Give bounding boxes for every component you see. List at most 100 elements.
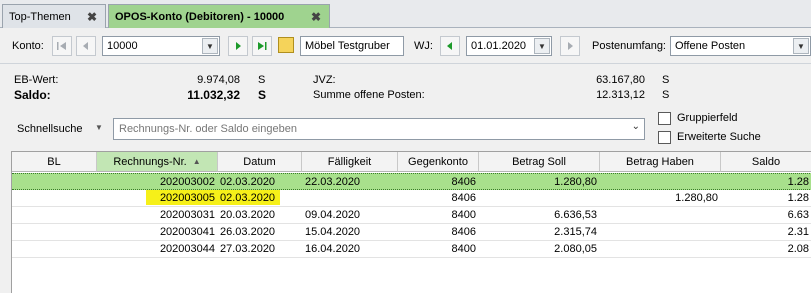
cell-betrag-soll: 2.080,05 xyxy=(554,243,597,255)
cell-datum: 02.03.2020 xyxy=(220,192,276,204)
column-header-betrag-haben[interactable]: Betrag Haben xyxy=(600,152,721,172)
cell-betrag-soll: 1.280,80 xyxy=(554,176,597,188)
column-header-gegenkonto[interactable]: Gegenkonto xyxy=(398,152,479,172)
note-icon[interactable] xyxy=(278,37,294,53)
cell-saldo: 2.08 xyxy=(787,243,809,255)
sort-ascending-icon: ▲ xyxy=(192,157,201,166)
cell-datum: 27.03.2020 xyxy=(220,243,276,255)
cell-betrag-soll: 2.315,74 xyxy=(554,226,597,238)
cell-gegenkonto: 8406 xyxy=(451,226,476,238)
tab-top-themen[interactable]: Top-Themen ✖ xyxy=(2,4,106,28)
table-row[interactable]: 202003041 26.03.2020 15.04.2020 8406 2.315,7… xyxy=(12,224,811,241)
cell-datum: 02.03.2020 xyxy=(220,176,276,188)
cell-betrag-haben xyxy=(600,241,721,257)
column-header-bl[interactable]: BL xyxy=(12,152,97,172)
cell-gegenkonto: 8406 xyxy=(451,176,476,188)
cell-bl xyxy=(12,174,97,190)
jvz-label: JVZ: xyxy=(313,74,336,86)
cell-datum: 26.03.2020 xyxy=(220,226,276,238)
cell-gegenkonto: 8406 xyxy=(451,192,476,204)
cell-bl xyxy=(12,224,97,240)
cell-gegenkonto: 8400 xyxy=(451,243,476,255)
cell-rechnungs-nr: 202003031 xyxy=(159,209,215,221)
sop-value: 12.313,12 xyxy=(596,89,645,101)
postenumfang-value: Offene Posten xyxy=(675,40,746,52)
eb-label: EB-Wert: xyxy=(14,74,59,86)
cell-bl xyxy=(12,241,97,257)
wj-value: 01.01.2020 xyxy=(471,40,527,52)
cell-rechnungs-nr: 202003044 xyxy=(159,243,215,255)
sop-label: Summe offene Posten: xyxy=(313,89,425,101)
close-icon[interactable]: ✖ xyxy=(85,10,99,24)
dropdown-icon[interactable]: ▼ xyxy=(202,38,218,54)
cell-bl xyxy=(12,207,97,223)
cell-betrag-haben xyxy=(600,174,721,190)
wj-combo[interactable]: 01.01.2020 ▼ xyxy=(466,36,552,56)
cell-bl xyxy=(12,190,97,206)
cell-rechnungs-nr: 202003041 xyxy=(159,226,215,238)
opos-table: BL Rechnungs-Nr. ▲ Datum Fälligkeit Gegen… xyxy=(11,151,811,293)
account-name-field[interactable]: Möbel Testgruber xyxy=(300,36,404,56)
cell-faelligkeit: 15.04.2020 xyxy=(305,226,361,238)
search-input[interactable]: Rechnungs-Nr. oder Saldo eingeben ⌄ xyxy=(113,118,645,140)
cell-faelligkeit: 22.03.2020 xyxy=(305,176,361,188)
cell-betrag-haben xyxy=(600,224,721,240)
konto-value: 10000 xyxy=(107,40,138,52)
column-header-betrag-soll[interactable]: Betrag Soll xyxy=(479,152,600,172)
table-row[interactable]: 202003002 02.03.2020 22.03.2020 8406 1.280,8… xyxy=(12,173,811,190)
previous-record-icon[interactable] xyxy=(76,36,96,56)
cell-saldo: 6.63 xyxy=(787,209,809,221)
konto-combo[interactable]: 10000 ▼ xyxy=(102,36,220,56)
sop-side: S xyxy=(662,89,670,101)
jvz-value: 63.167,80 xyxy=(596,74,645,86)
search-placeholder: Rechnungs-Nr. oder Saldo eingeben xyxy=(119,123,297,135)
column-header-faelligkeit[interactable]: Fälligkeit xyxy=(302,152,398,172)
erweiterte-suche-label: Erweiterte Suche xyxy=(677,131,761,143)
saldo-side: S xyxy=(258,88,267,102)
close-icon[interactable]: ✖ xyxy=(309,10,323,24)
column-header-saldo[interactable]: Saldo xyxy=(721,152,811,172)
erweiterte-suche-checkbox[interactable] xyxy=(658,131,671,144)
cell-saldo: 1.28 xyxy=(787,192,809,204)
gruppierfeld-label: Gruppierfeld xyxy=(677,112,738,124)
tab-strip: Top-Themen ✖ OPOS-Konto (Debitoren) - 10… xyxy=(0,0,811,28)
first-record-icon[interactable] xyxy=(52,36,72,56)
cell-faelligkeit: 16.04.2020 xyxy=(305,243,361,255)
dropdown-icon[interactable]: ▼ xyxy=(534,38,550,54)
cell-betrag-soll: 6.636,53 xyxy=(554,209,597,221)
cell-faelligkeit xyxy=(302,190,398,206)
wj-label: WJ: xyxy=(414,40,433,52)
konto-label: Konto: xyxy=(12,40,44,52)
tab-opos-konto[interactable]: OPOS-Konto (Debitoren) - 10000 ✖ xyxy=(108,4,330,28)
cell-datum: 20.03.2020 xyxy=(220,209,276,221)
saldo-label: Saldo: xyxy=(14,88,51,102)
dropdown-icon[interactable]: ⌄ xyxy=(632,121,640,132)
next-year-icon[interactable] xyxy=(560,36,580,56)
table-row[interactable]: 202003031 20.03.2020 09.04.2020 8400 6.636,5… xyxy=(12,207,811,224)
chevron-down-icon[interactable]: ▼ xyxy=(95,123,103,132)
table-row[interactable]: 202003044 27.03.2020 16.04.2020 8400 2.080,0… xyxy=(12,241,811,258)
cell-betrag-haben xyxy=(600,207,721,223)
eb-value: 9.974,08 xyxy=(197,74,240,86)
table-row[interactable]: 202003005 02.03.2020 8406 1.280,80 1.28 xyxy=(12,190,811,207)
jvz-side: S xyxy=(662,74,670,86)
dropdown-icon[interactable]: ▼ xyxy=(793,38,809,54)
column-header-rechnungs-nr[interactable]: Rechnungs-Nr. ▲ xyxy=(97,152,218,172)
last-record-icon[interactable] xyxy=(252,36,272,56)
postenumfang-combo[interactable]: Offene Posten ▼ xyxy=(670,36,811,56)
toolbar: Konto: 10000 ▼ Möbel Testgruber WJ: 01.0… xyxy=(0,28,811,64)
next-record-icon[interactable] xyxy=(228,36,248,56)
tab-label: OPOS-Konto (Debitoren) - 10000 xyxy=(115,10,285,23)
previous-year-icon[interactable] xyxy=(440,36,460,56)
saldo-value: 11.032,32 xyxy=(187,88,240,102)
gruppierfeld-checkbox[interactable] xyxy=(658,112,671,125)
search-row: Schnellsuche ▼ Rechnungs-Nr. oder Saldo … xyxy=(0,110,811,150)
cell-rechnungs-nr: 202003002 xyxy=(159,176,215,188)
column-header-datum[interactable]: Datum xyxy=(218,152,302,172)
cell-saldo: 1.28 xyxy=(787,176,809,188)
cell-betrag-soll xyxy=(479,190,600,206)
cell-gegenkonto: 8400 xyxy=(451,209,476,221)
tab-label: Top-Themen xyxy=(9,10,71,23)
cell-saldo: 2.31 xyxy=(787,226,809,238)
schnellsuche-label: Schnellsuche xyxy=(17,123,83,135)
